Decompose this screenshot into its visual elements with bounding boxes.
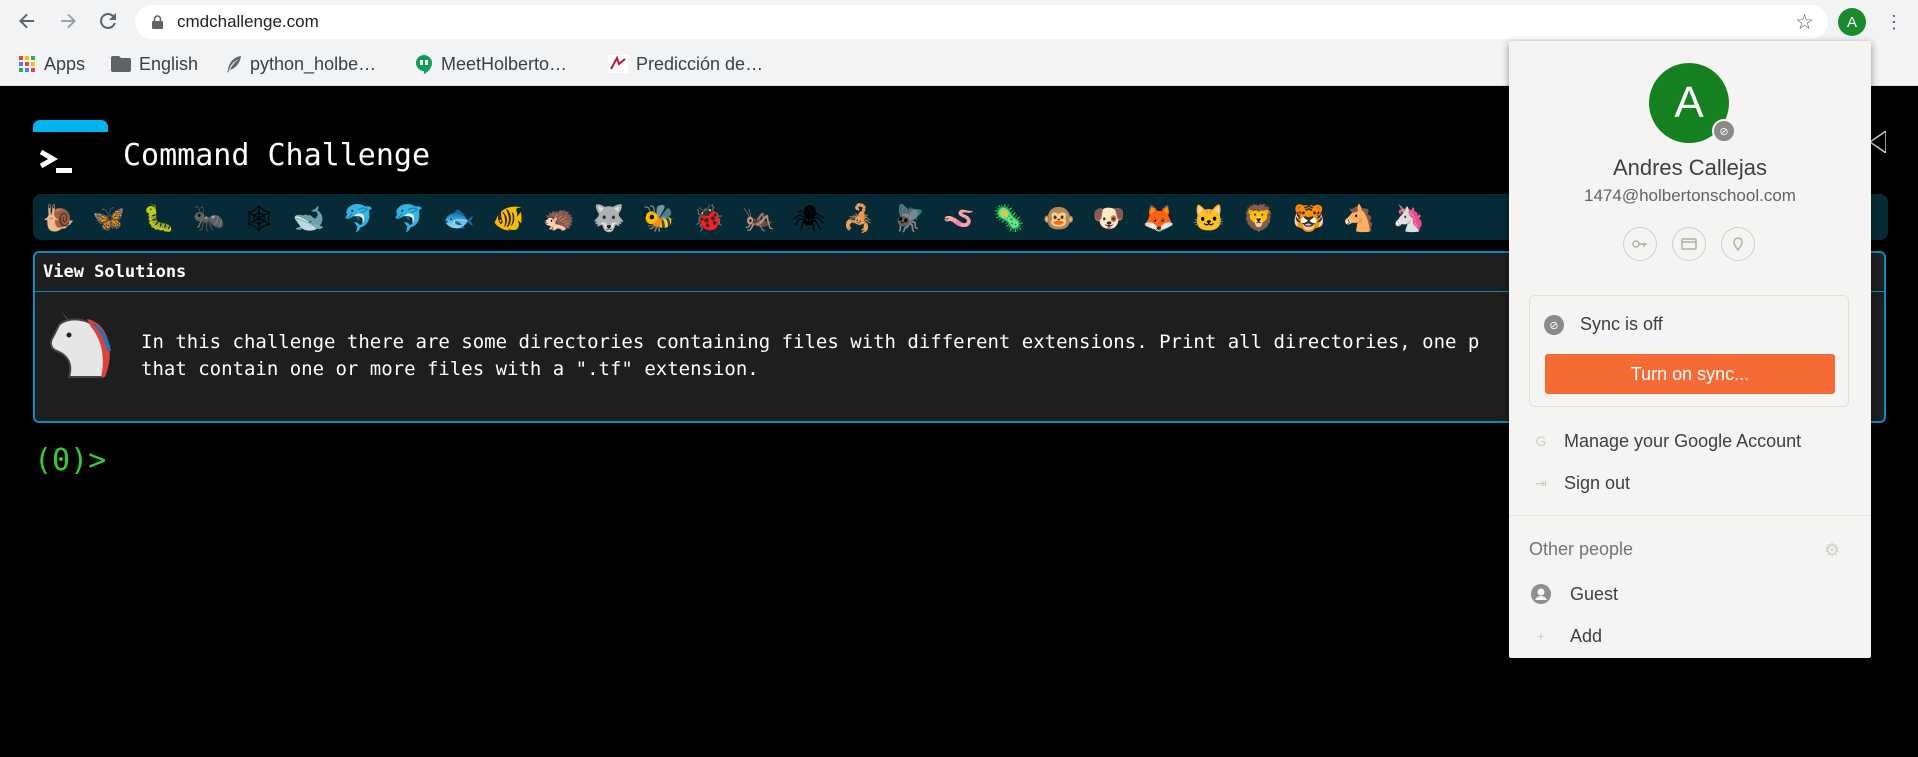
snail-badge-icon[interactable]: 🐌 [41,200,77,236]
apps-grid-icon [18,55,36,73]
hangouts-icon [415,54,433,74]
kebab-menu-icon[interactable]: ⋮ [1885,9,1903,35]
profile-avatar-button[interactable]: A [1838,8,1866,36]
fly-badge-icon[interactable]: 🪰 [891,200,927,236]
guest-avatar-icon [1531,584,1551,604]
sync-off-icon: ⊘ [1544,315,1564,335]
close-icon[interactable] [1870,131,1886,153]
fox-badge-icon[interactable]: 🦊 [1141,200,1177,236]
dolphin-badge-icon[interactable]: 🐬 [341,200,377,236]
location-pin-icon[interactable] [1721,227,1755,261]
add-icon: + [1536,628,1546,644]
add-label: Add [1570,625,1603,646]
scorpion-badge-icon[interactable]: 🦂 [841,200,877,236]
hedgehog-badge-icon[interactable]: 🦔 [541,200,577,236]
bookmark-apps[interactable]: Apps [18,52,85,76]
cat-badge-icon[interactable]: 🐱 [1191,200,1227,236]
caterpillar-badge-icon[interactable]: 🐛 [141,200,177,236]
profile-email: 1474@holbertonschool.com [1584,186,1796,205]
unicorn-badge-icon[interactable]: 🦄 [1391,200,1427,236]
add-person-item[interactable]: + Add [1509,616,1871,656]
bookmark-english[interactable]: English [111,52,198,76]
dog-badge-icon[interactable]: 🐶 [1091,200,1127,236]
challenge-description: In this challenge there are some directo… [141,329,1479,383]
terminal-prompt[interactable]: (0)> [34,443,106,478]
folder-icon [111,56,131,72]
menu-divider [1509,515,1871,516]
sign-out-icon: ⇥ [1535,474,1547,491]
butterfly-badge-icon[interactable]: 🦋 [91,200,127,236]
manage-google-account-item[interactable]: G Manage your Google Account [1509,421,1871,461]
terminal-logo-icon [33,132,108,182]
page-title: Command Challenge [123,138,431,173]
cricket-badge-icon[interactable]: 🦗 [741,200,777,236]
bookmark-python-holberton[interactable]: python_holbe… [226,52,376,76]
url-text: cmdchallenge.com [177,12,319,31]
bookmark-star-icon[interactable]: ☆ [1795,10,1814,35]
sync-paused-icon: ⊘ [1712,119,1736,143]
sync-status: Sync is off [1580,314,1663,334]
tiger-badge-icon[interactable]: 🐯 [1291,200,1327,236]
turn-on-sync-button[interactable]: Turn on sync... [1545,354,1835,394]
bookmark-label: Predicción de… [636,53,764,74]
sign-out-label: Sign out [1564,472,1631,493]
web-badge-icon[interactable]: 🕸 [241,200,277,236]
dolphin-grey-badge-icon[interactable]: 🐬 [391,200,427,236]
monkey-badge-icon[interactable]: 🐵 [1041,200,1077,236]
feather-icon [226,55,242,73]
spider-badge-icon[interactable]: 🕷 [791,200,827,236]
bookmark-label: python_holbe… [250,53,377,74]
key-icon[interactable] [1623,227,1657,261]
ladybug-badge-icon[interactable]: 🐞 [691,200,727,236]
guest-label: Guest [1570,583,1619,604]
bookmark-prediccion[interactable]: Predicción de… [608,52,763,76]
sync-card: ⊘ Sync is off Turn on sync... [1529,295,1849,407]
google-icon: G [1535,433,1547,449]
lock-icon [152,15,163,29]
bookmark-label: English [139,53,199,74]
bookmark-label: Apps [44,53,86,74]
worm-badge-icon[interactable]: 🪱 [941,200,977,236]
bookmark-label: MeetHolberto… [441,53,568,74]
forward-arrow-icon[interactable] [54,7,82,35]
profile-name: Andres Callejas [1612,155,1768,180]
challenge-line-2: that contain one or more files with a ".… [141,358,759,380]
ant-badge-icon[interactable]: 🐜 [191,200,227,236]
lion-badge-icon[interactable]: 🦁 [1241,200,1277,236]
fish-badge-icon[interactable]: 🐟 [441,200,477,236]
back-arrow-icon[interactable] [13,7,41,35]
gear-icon[interactable]: ⚙ [1824,540,1840,561]
challenge-line-1: In this challenge there are some directo… [141,331,1480,353]
credit-card-icon[interactable] [1672,227,1706,261]
wolf-badge-icon[interactable]: 🐺 [591,200,627,236]
unicorn-icon [47,311,117,379]
guest-item[interactable]: Guest [1509,574,1871,614]
bookmark-meetholberton[interactable]: MeetHolberto… [415,52,567,76]
address-bar[interactable]: cmdchallenge.com ☆ [135,5,1828,39]
bee-badge-icon[interactable]: 🐝 [641,200,677,236]
horse-badge-icon[interactable]: 🐴 [1341,200,1377,236]
site-icon [608,55,628,73]
manage-account-label: Manage your Google Account [1564,430,1802,451]
sign-out-item[interactable]: ⇥ Sign out [1509,463,1871,503]
other-people-heading: Other people [1529,539,1634,559]
microbe-badge-icon[interactable]: 🦠 [991,200,1027,236]
reload-icon[interactable] [94,7,122,35]
profile-menu-popup: A ⊘ Andres Callejas 1474@holbertonschool… [1509,41,1871,658]
whale-badge-icon[interactable]: 🐋 [291,200,327,236]
tropical-fish-badge-icon[interactable]: 🐠 [491,200,527,236]
browser-toolbar: cmdchallenge.com ☆ A ⋮ [0,0,1918,43]
logo-tab-accent [33,120,108,132]
